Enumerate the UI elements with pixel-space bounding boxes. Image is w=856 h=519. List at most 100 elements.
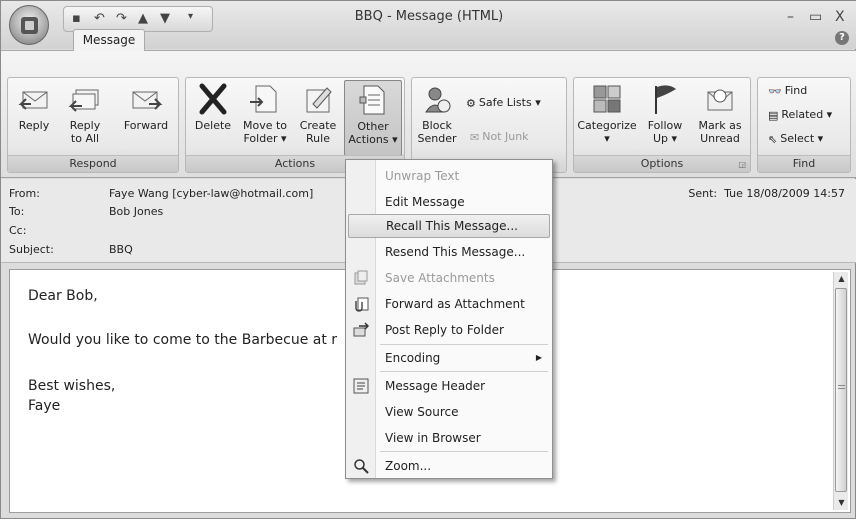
menu-item-view-in-browser[interactable]: View in Browser [348,426,550,450]
menu-item-label: View in Browser [385,431,481,445]
block-sender-label-1: Block [422,119,452,132]
other-actions-label-1: Other [357,120,389,133]
binoculars-icon: 👓 [768,84,782,98]
cursor-icon: ⇖ [768,132,778,146]
forward-button[interactable]: Forward [118,82,174,132]
respond-group-label: Respond [8,155,178,172]
menu-item-unwrap-text[interactable]: Unwrap Text [348,164,550,188]
categorize-label: Categorize [577,119,637,132]
from-label: From: [9,187,40,200]
not-junk-button[interactable]: ✉ Not Junk [470,130,529,144]
subject-label: Subject: [9,243,54,256]
maximize-button[interactable]: ▭ [809,9,822,25]
scroll-down-arrow-icon[interactable]: ▼ [834,496,849,510]
menu-separator [380,451,548,452]
related-icon: ▤ [768,108,779,122]
menu-item-save-attachments[interactable]: Save Attachments [348,266,550,290]
not-junk-label: Not Junk [482,130,529,143]
create-rule-label-1: Create [299,119,337,132]
respond-group: Reply Reply to All Forward Respond [7,77,179,173]
create-rule-label-2: Rule [306,132,330,145]
create-rule-button[interactable]: Create Rule [296,82,340,145]
menu-item-post-reply[interactable]: Post Reply to Folder [348,318,550,342]
move-to-folder-button[interactable]: Move to Folder ▾ [240,82,290,145]
menu-item-resend-message[interactable]: Resend This Message... [348,240,550,264]
delete-button[interactable]: Delete [192,82,234,132]
minimize-button[interactable]: – [787,9,794,25]
follow-up-button[interactable]: Follow Up ▾ [640,82,690,145]
body-closing: Best wishes, [28,378,116,394]
menu-item-label: View Source [385,405,459,419]
safe-lists-button[interactable]: ⚙ Safe Lists ▾ [466,96,541,110]
select-button[interactable]: ⇖ Select ▾ [768,132,823,146]
menu-item-edit-message[interactable]: Edit Message [348,190,550,214]
menu-item-label: Save Attachments [385,271,495,285]
create-rule-icon [306,87,332,113]
safe-lists-icon: ⚙ [466,96,476,110]
window-title: BBQ - Message (HTML) [354,9,504,24]
sent-value: Tue 18/08/2009 14:57 [724,187,845,200]
move-to-folder-icon [250,85,277,113]
body-line-1: Would you like to come to the Barbecue a… [28,332,338,348]
menu-item-label: Zoom... [385,459,432,473]
mark-as-label-1: Mark as [698,119,742,132]
scroll-thumb[interactable] [835,288,847,492]
follow-up-label-1: Follow [647,119,683,132]
mark-as-unread-button[interactable]: Mark as Unread [692,82,748,145]
related-button[interactable]: ▤ Related ▾ [768,108,832,122]
menu-item-label: Resend This Message... [385,245,526,259]
block-sender-button[interactable]: Block Sender [414,82,460,145]
menu-item-recall-message[interactable]: Recall This Message... [348,214,550,238]
other-actions-button[interactable]: Other Actions ▾ [344,80,402,156]
save-attachments-icon [354,270,368,285]
menu-separator [380,344,548,345]
find-group: 👓 Find ▤ Related ▾ ⇖ Select ▾ Find [757,77,851,173]
delete-label: Delete [194,119,232,132]
categorize-arrow: ▾ [604,132,610,145]
categorize-icon [593,85,621,113]
menu-item-encoding[interactable]: Encoding ▶ [348,346,550,370]
menu-item-label: Encoding [385,351,441,365]
move-to-label-1: Move to [242,119,288,132]
close-button[interactable]: X [835,9,845,25]
to-value[interactable]: Bob Jones [109,205,163,218]
vertical-scrollbar[interactable]: ▲ ▼ [833,272,848,510]
menu-item-message-header[interactable]: Message Header [348,374,550,398]
options-launcher-icon[interactable]: ◲ [738,160,746,169]
message-header-icon [353,378,369,394]
menu-item-label: Recall This Message... [386,219,518,233]
safe-lists-label: Safe Lists ▾ [478,96,541,109]
options-group-label: Options [574,155,750,172]
body-signature: Faye [28,398,61,414]
categorize-button[interactable]: Categorize ▾ [576,82,638,145]
menu-item-label: Post Reply to Folder [385,323,504,337]
reply-button[interactable]: Reply [12,82,56,132]
follow-up-label-2: Up ▾ [652,132,678,145]
tab-message[interactable]: Message [73,29,145,51]
move-to-label-2: Folder ▾ [243,132,287,145]
find-button[interactable]: 👓 Find [768,84,807,98]
menu-item-view-source[interactable]: View Source [348,400,550,424]
menu-item-label: Forward as Attachment [385,297,525,311]
paperclip-icon [355,297,369,312]
mark-unread-icon [707,89,733,111]
select-label: Select ▾ [780,132,824,145]
help-icon[interactable]: ? [835,31,849,45]
find-group-label: Find [758,155,850,172]
menu-item-label: Message Header [385,379,486,393]
outlook-message-window: ▪ ↶ ↷ ▲ ▼ ▾ BBQ - Message (HTML) – ▭ X M… [0,0,856,519]
menu-item-zoom[interactable]: Zoom... [348,454,550,478]
mark-as-label-2: Unread [700,132,740,145]
grip-icon [838,385,845,389]
block-sender-label-2: Sender [417,132,457,145]
reply-label: Reply [18,119,50,132]
menu-item-label: Edit Message [385,195,465,209]
scroll-up-arrow-icon[interactable]: ▲ [834,272,849,286]
reply-all-label-2: to All [70,132,100,145]
reply-all-button[interactable]: Reply to All [60,82,110,145]
sent-info: Sent: Tue 18/08/2009 14:57 [688,187,845,200]
flag-icon [655,85,676,114]
from-value[interactable]: Faye Wang [cyber-law@hotmail.com] [109,187,313,200]
forward-icon [132,91,163,110]
menu-item-forward-as-attachment[interactable]: Forward as Attachment [348,292,550,316]
